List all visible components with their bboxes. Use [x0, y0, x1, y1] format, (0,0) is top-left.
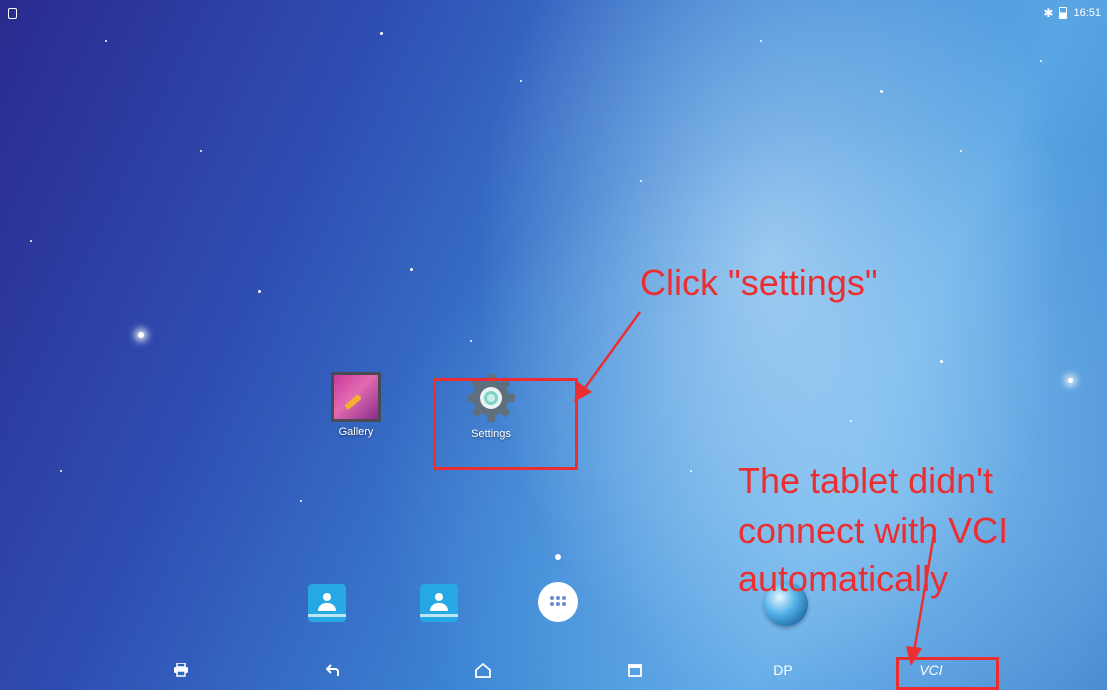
settings-arrowhead [574, 382, 592, 402]
vci-note-line2: connect with VCI [738, 510, 1009, 551]
click-settings-annotation: Click "settings" [640, 262, 878, 303]
settings-arrow [580, 311, 642, 393]
vci-note-line3: automatically [738, 558, 949, 599]
vci-arrowhead [906, 646, 922, 666]
vci-note-line1: The tablet didn't [738, 460, 994, 501]
